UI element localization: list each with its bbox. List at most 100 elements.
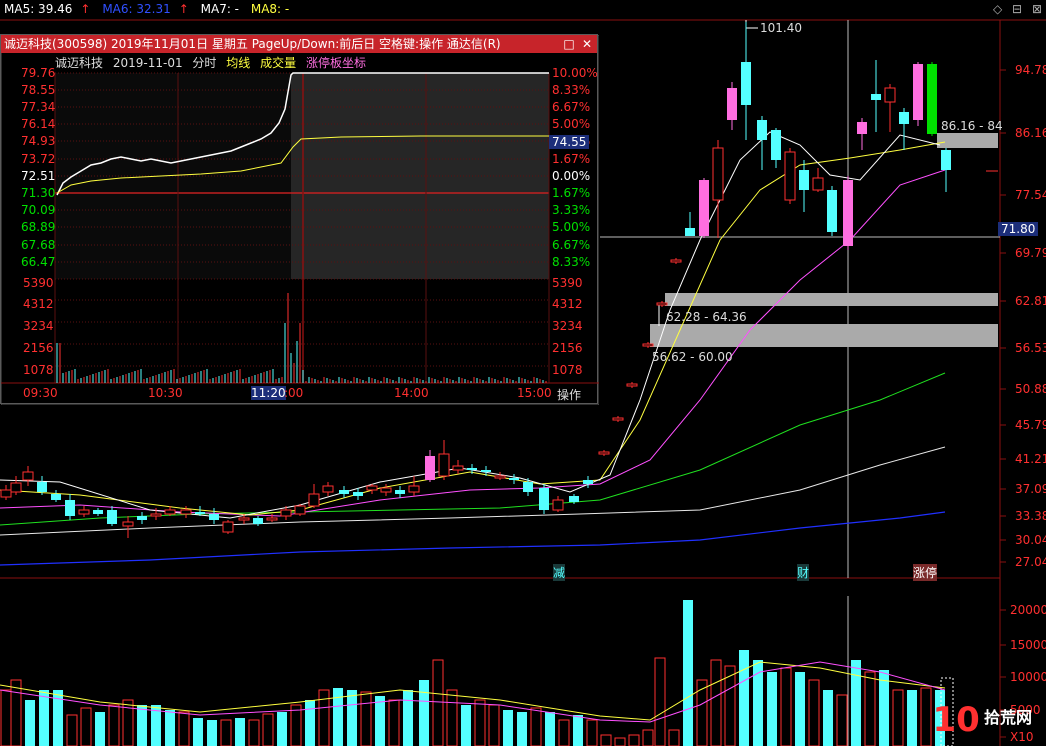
popup-titlebar[interactable]: 诚迈科技(300598) 2019年11月01日 星期五 PageUp/Down… [1,35,597,53]
candle-body [712,147,724,201]
volume-bar [767,672,777,746]
candle-body [438,453,450,477]
gap-box-3 [937,133,998,148]
price-tick-label: 77.54 [1015,188,1046,202]
stock-chart-window: MA5: 39.46 ↑ MA6: 32.31 ↑ MA7: - MA8: - ◇ … [0,0,1046,746]
candle-body [927,64,937,134]
popup-title: 诚迈科技(300598) 2019年11月01日 星期五 PageUp/Down… [4,37,501,51]
volume-bar [347,690,357,746]
candle-body [452,465,464,471]
volume-bar [851,660,861,746]
volume-bar [207,720,217,746]
volume-bar [558,719,570,746]
candle-body [294,505,306,515]
mode-label[interactable]: 分时 [192,56,216,70]
price-tick-label: 30.04 [1015,533,1046,547]
ma7-label: MA7: - [200,2,240,16]
diamond-icon[interactable]: ◇ [993,2,1002,16]
candle-body [741,62,751,105]
logo-number: 10 [932,700,980,740]
popup-shaded-area [291,73,549,279]
close-button[interactable]: ✕ [579,35,595,53]
volume-bar [530,707,542,746]
candle-body [612,417,624,421]
volume-bar [654,657,666,746]
window-controls: ◇ ⊟ ⊠ [987,2,1042,16]
candle-body [941,150,951,170]
volume-bar [360,691,372,746]
candle-body [280,509,292,517]
volume-bar [545,712,555,746]
candle-body [78,509,90,515]
peak-price-label: 101.40 [760,21,802,35]
price-tick-label: 45.79 [1015,418,1046,432]
volume-tick-label: 20000 [1010,603,1046,617]
price-tick-label: 27.04 [1015,555,1046,569]
candle-body [913,64,923,120]
candle-body [308,493,320,507]
price-tick-label: 62.81 [1015,294,1046,308]
volume-bar [95,712,105,746]
price-tick-label: 33.38 [1015,509,1046,523]
popup-right-vol: 4312 [552,297,583,311]
gap-box-2 [650,324,998,347]
volume-bar [474,699,486,746]
avg-line-label[interactable]: 均线 [226,56,250,70]
close-box-icon[interactable]: ⊠ [1032,2,1042,16]
volume-bar [375,696,385,746]
marker-finance[interactable]: 财 [797,564,810,581]
popup-left-price: 76.14 [21,117,56,131]
volume-bar [907,690,917,746]
marker-limit-up[interactable]: 涨停 [913,564,938,581]
popup-left-price: 73.72 [21,152,56,166]
volume-bar [683,600,693,746]
candle-body [122,521,134,527]
candle-body [164,509,176,515]
candle-body [366,485,378,491]
popup-left-price: 78.55 [21,83,56,97]
ma5-label: MA5: 39.46 [4,2,73,16]
volume-bar [628,734,640,746]
candle-body [583,480,593,484]
volume-bar [262,713,274,746]
candle-body [253,518,263,524]
popup-left-vol: 1078 [23,363,54,377]
candle-body [467,468,477,470]
ma-legend: MA5: 39.46 ↑ MA6: 32.31 ↑ MA7: - MA8: - [4,2,297,18]
popup-left-vol: 5390 [23,276,54,290]
popup-operate-button[interactable]: 操作 [557,386,581,403]
candle-body [180,509,192,515]
volume-bar [892,689,904,746]
candle-body [884,87,896,103]
volume-bar [600,734,612,746]
minimize-button[interactable]: □ [561,35,577,53]
popup-time-suffix: :00 [284,386,304,400]
intraday-chart[interactable] [1,35,599,405]
volume-bar [668,729,680,746]
popup-left-price: 79.76 [21,66,56,80]
volume-bar [122,699,134,746]
volume-bar [836,694,848,746]
popup-time-label: 14:00 [394,386,429,400]
volume-bar [488,704,500,746]
volume-label[interactable]: 成交量 [260,56,296,70]
popup-left-price: 71.30 [21,186,56,200]
popup-right-pct: 5.00% [552,220,591,234]
popup-right-vol: 2156 [552,341,583,355]
marker-reduce[interactable]: 减 [553,564,566,581]
candle-body [799,170,809,190]
limit-coord-label[interactable]: 涨停板坐标 [306,56,366,70]
intraday-popup[interactable]: 诚迈科技(300598) 2019年11月01日 星期五 PageUp/Down… [0,34,599,405]
ma5-arrow: ↑ [80,2,91,16]
popup-left-price: 77.34 [21,100,56,114]
candle-body [266,517,278,521]
volume-bar [586,719,598,746]
candle-body [150,513,162,517]
price-tick-label: 56.53 [1015,341,1046,355]
popup-left-vol: 2156 [23,341,54,355]
candle-body [569,496,579,502]
popup-time-label: 10:30 [148,386,183,400]
restore-icon[interactable]: ⊟ [1012,2,1022,16]
volume-bar [573,715,583,746]
volume-bar [614,737,626,746]
